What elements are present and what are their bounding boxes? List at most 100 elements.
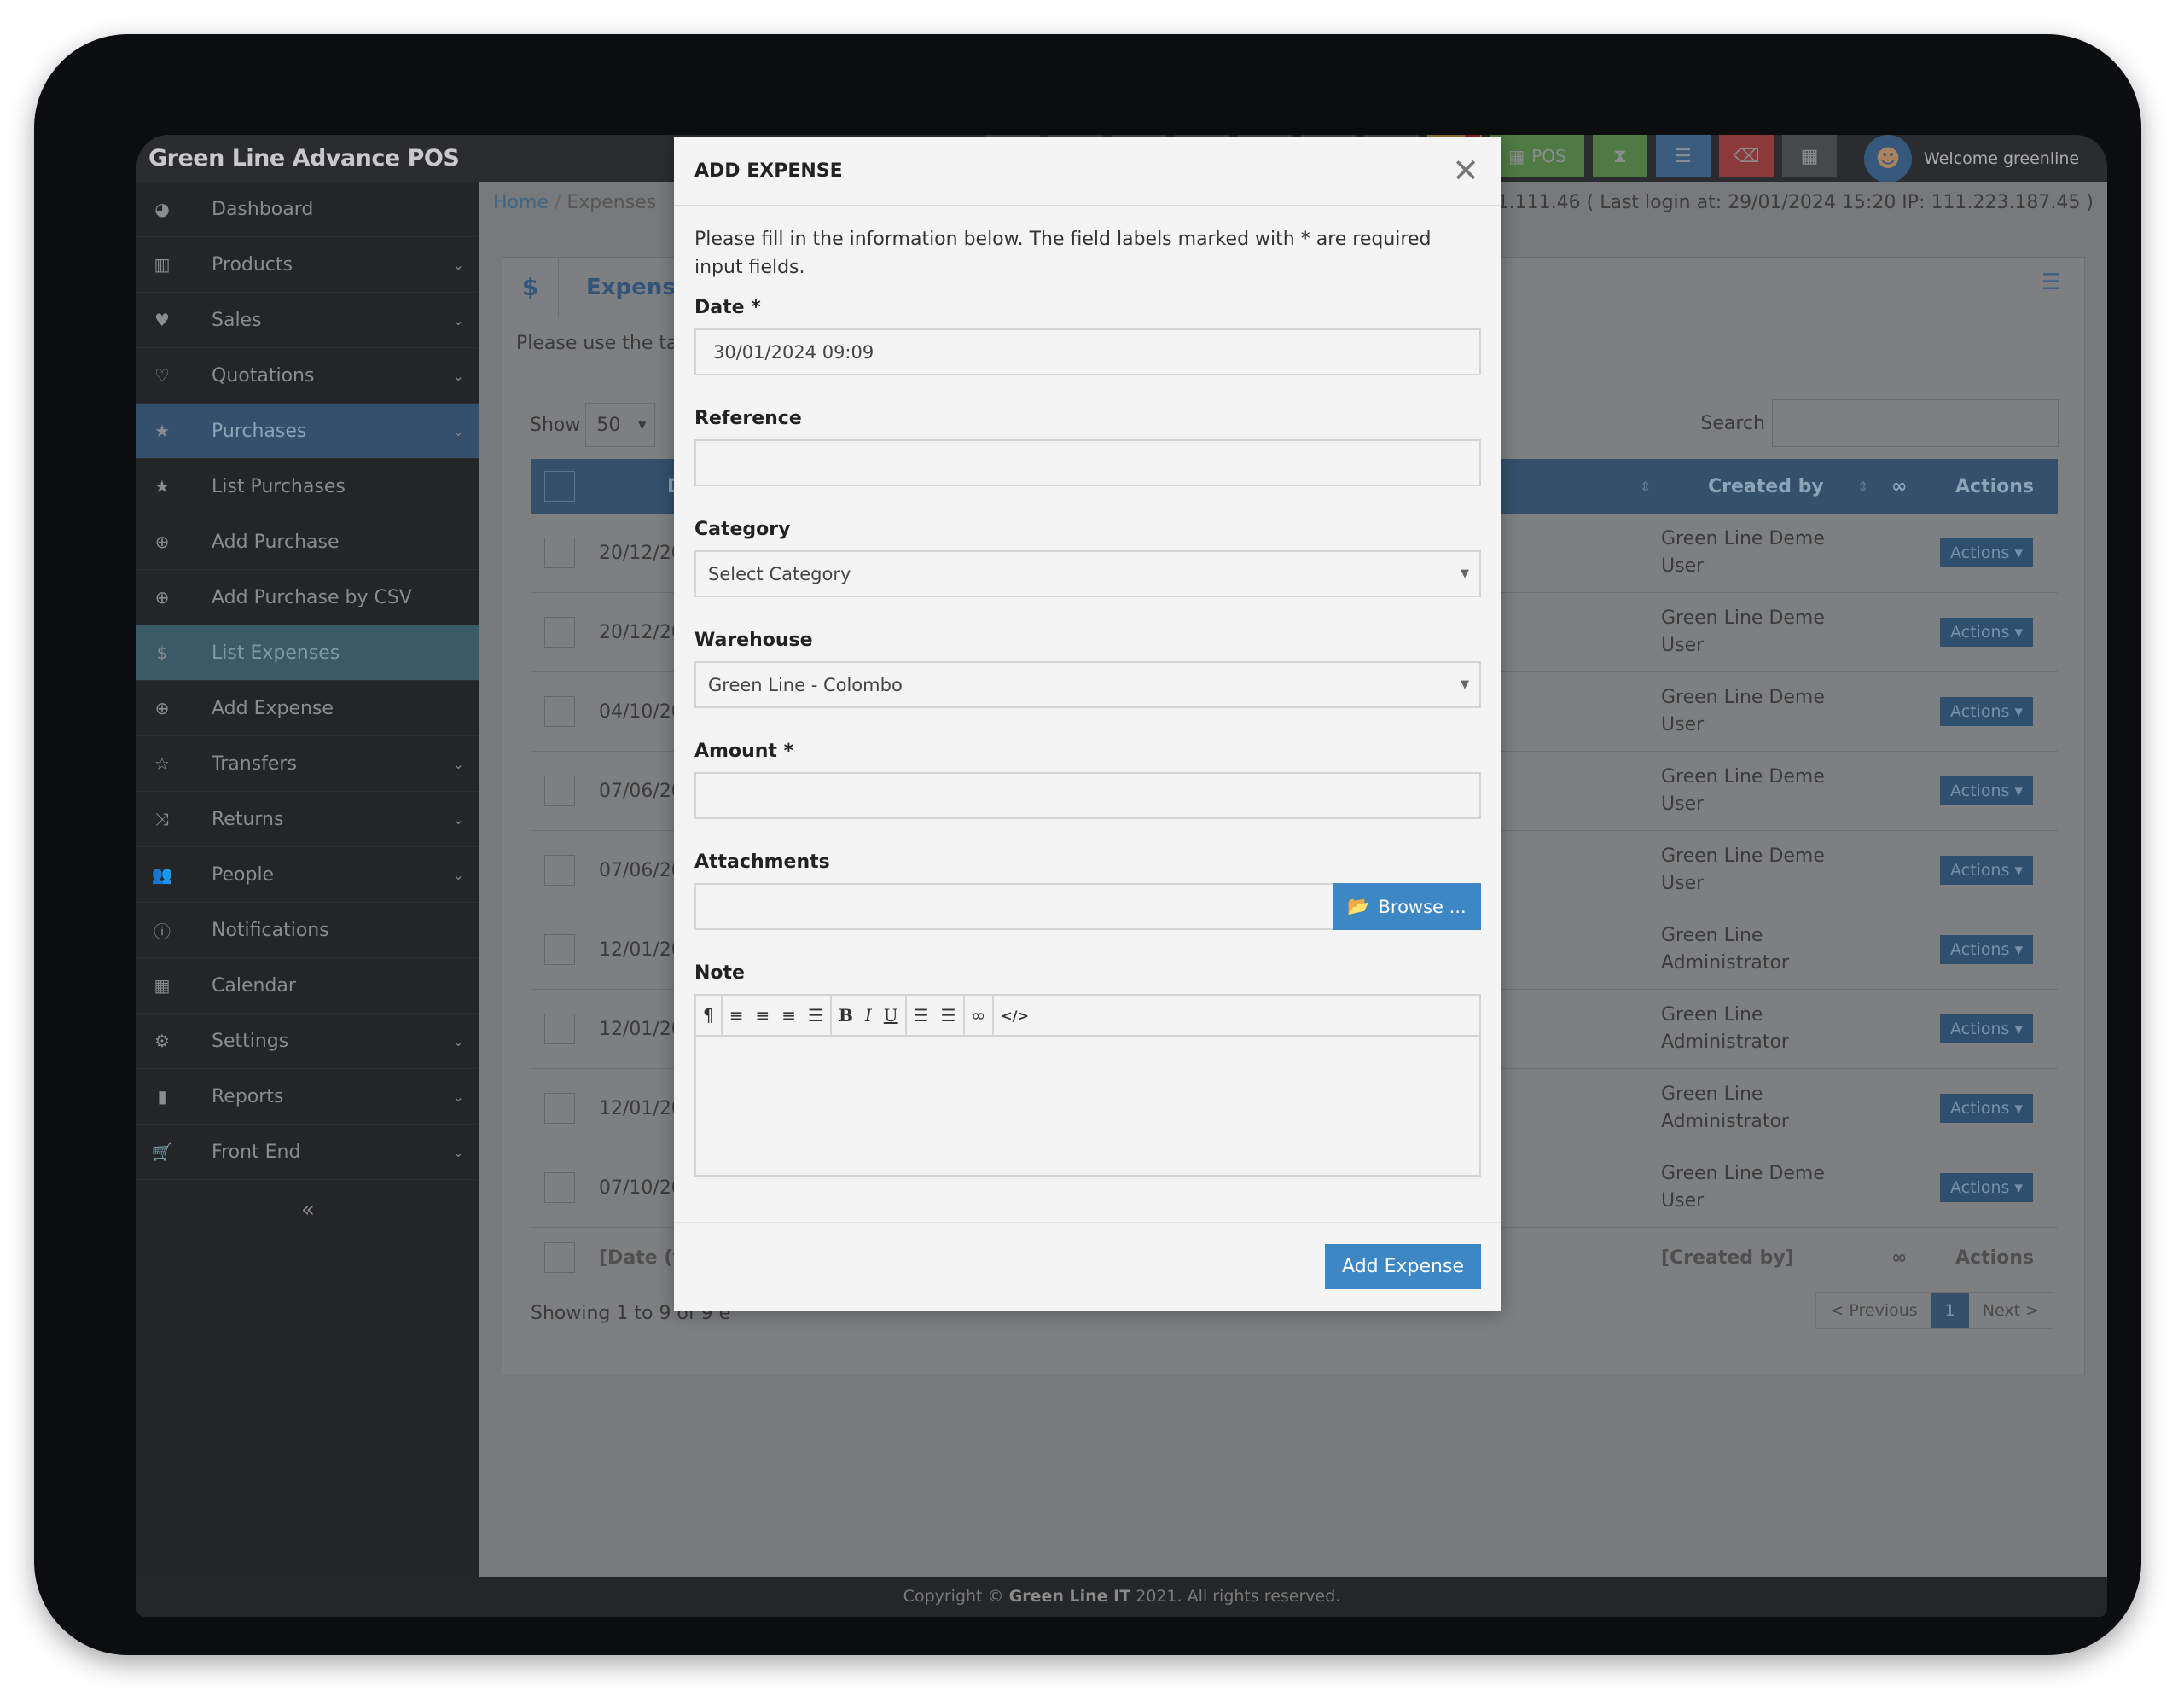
- row-actions-button[interactable]: Actions ▾: [1940, 1014, 2033, 1043]
- modal-footer: Add Expense: [674, 1222, 1502, 1311]
- align-justify-icon[interactable]: ☰: [808, 1005, 823, 1026]
- select-all-checkbox[interactable]: [544, 471, 575, 502]
- search-input[interactable]: [1772, 399, 2059, 447]
- pending-button[interactable]: ⧗: [1593, 135, 1647, 177]
- previous-page-button[interactable]: < Previous: [1816, 1293, 1931, 1328]
- row-checkbox[interactable]: [544, 538, 575, 568]
- sidebar-item-transfers[interactable]: ☆ Transfers ⌄: [136, 736, 479, 792]
- row-checkbox[interactable]: [544, 934, 575, 965]
- sidebar-item-front-end[interactable]: 🛒 Front End ⌄: [136, 1125, 479, 1180]
- row-actions-button[interactable]: Actions ▾: [1940, 1094, 2033, 1123]
- sidebar-item-products[interactable]: ▥ Products ⌄: [136, 237, 479, 293]
- row-actions-button[interactable]: Actions ▾: [1940, 697, 2033, 726]
- sidebar-icon: ⓘ: [154, 921, 171, 942]
- sidebar-item-quotations[interactable]: ♡ Quotations ⌄: [136, 348, 479, 404]
- list-button[interactable]: ☰: [1656, 135, 1711, 177]
- sidebar-item-add-purchase-by-csv[interactable]: ⊕ Add Purchase by CSV: [136, 570, 479, 625]
- row-actions-button[interactable]: Actions ▾: [1940, 935, 2033, 964]
- cell-created-by: Green Line Deme User: [1661, 766, 1825, 815]
- sidebar-item-label: Reports: [212, 1085, 284, 1107]
- row-actions-button[interactable]: Actions ▾: [1940, 618, 2033, 647]
- grid-icon: ▦: [1508, 146, 1525, 166]
- copyright-suffix: 2021. All rights reserved.: [1130, 1587, 1341, 1606]
- sidebar-item-label: Returns: [212, 808, 284, 830]
- page-1-button[interactable]: 1: [1931, 1293, 1969, 1328]
- sidebar-item-people[interactable]: 👥 People ⌄: [136, 847, 479, 903]
- link-icon[interactable]: ∞: [972, 1005, 986, 1026]
- reference-input[interactable]: [694, 439, 1481, 486]
- row-actions-button[interactable]: Actions ▾: [1940, 538, 2033, 567]
- browse-button[interactable]: 📂 Browse ...: [1333, 883, 1481, 930]
- align-center-icon[interactable]: ≡: [756, 1005, 770, 1026]
- sidebar-item-reports[interactable]: ▮ Reports ⌄: [136, 1069, 479, 1125]
- sort-icon[interactable]: ⇕: [1640, 479, 1651, 495]
- collapse-sidebar-button[interactable]: «: [136, 1197, 479, 1223]
- sidebar-icon: ⤨: [155, 809, 169, 829]
- underline-icon[interactable]: U: [884, 1005, 898, 1026]
- sidebar-item-purchases[interactable]: ★ Purchases ⌄: [136, 404, 479, 459]
- warehouse-select[interactable]: Green Line - Colombo ▼: [694, 661, 1481, 708]
- bold-icon[interactable]: B: [839, 1005, 853, 1026]
- align-left-icon[interactable]: ≡: [729, 1005, 744, 1026]
- sidebar-icon: ▥: [154, 254, 171, 275]
- row-checkbox[interactable]: [544, 1014, 575, 1044]
- user-menu[interactable]: ☻ Welcome greenline: [1864, 135, 2079, 183]
- row-actions-button[interactable]: Actions ▾: [1940, 1173, 2033, 1202]
- sort-icon[interactable]: ⇕: [1857, 479, 1868, 495]
- row-checkbox[interactable]: [544, 1093, 575, 1124]
- column-created-by[interactable]: Created by: [1708, 476, 1824, 497]
- sidebar-item-label: Dashboard: [212, 198, 314, 220]
- sidebar-item-returns[interactable]: ⤨ Returns ⌄: [136, 792, 479, 847]
- attachment-filename[interactable]: [694, 883, 1333, 930]
- modal-body: Please fill in the information below. Th…: [674, 206, 1502, 1177]
- italic-icon[interactable]: I: [865, 1005, 872, 1026]
- eraser-icon: ⌫: [1733, 145, 1760, 167]
- sidebar-item-sales[interactable]: ♥ Sales ⌄: [136, 293, 479, 348]
- row-checkbox[interactable]: [544, 696, 575, 727]
- bullet-list-icon[interactable]: ☰: [914, 1005, 929, 1026]
- sidebar-item-label: Transfers: [212, 753, 297, 775]
- footer-checkbox[interactable]: [544, 1242, 575, 1273]
- breadcrumb-home[interactable]: Home: [493, 192, 549, 213]
- note-textarea[interactable]: [696, 1037, 1479, 1175]
- numbered-list-icon[interactable]: ☰: [941, 1005, 956, 1026]
- pos-button[interactable]: ▦ POS: [1490, 135, 1584, 177]
- close-icon[interactable]: ✕: [1452, 152, 1479, 189]
- amount-input[interactable]: [694, 772, 1481, 819]
- category-select[interactable]: Select Category ▼: [694, 550, 1481, 597]
- paragraph-format-icon[interactable]: ¶: [703, 1005, 714, 1026]
- row-checkbox[interactable]: [544, 776, 575, 806]
- chevron-down-icon: ⌄: [452, 755, 464, 772]
- sidebar-icon: ⊕: [154, 532, 170, 552]
- row-actions-button[interactable]: Actions ▾: [1940, 776, 2033, 805]
- row-checkbox[interactable]: [544, 1172, 575, 1203]
- date-input[interactable]: 30/01/2024 09:09: [694, 328, 1481, 375]
- align-right-icon[interactable]: ≡: [781, 1005, 796, 1026]
- page-footer: Copyright © Green Line IT 2021. All righ…: [136, 1577, 2107, 1617]
- row-checkbox[interactable]: [544, 855, 575, 886]
- show-label: Show: [530, 414, 581, 436]
- category-value: Select Category: [708, 563, 851, 584]
- sidebar-item-add-purchase[interactable]: ⊕ Add Purchase: [136, 514, 479, 570]
- clear-button[interactable]: ⌫: [1719, 135, 1774, 177]
- sidebar-item-calendar[interactable]: ▦ Calendar: [136, 958, 479, 1014]
- chevron-down-icon: ▼: [1461, 567, 1469, 580]
- sidebar-item-notifications[interactable]: ⓘ Notifications: [136, 903, 479, 958]
- row-checkbox[interactable]: [544, 617, 575, 648]
- sidebar-item-list-purchases[interactable]: ★ List Purchases: [136, 459, 479, 514]
- apps-button[interactable]: ▦: [1782, 135, 1837, 177]
- sidebar-item-list-expenses[interactable]: $ List Expenses: [136, 625, 479, 681]
- footer-created-by-filter[interactable]: [Created by]: [1661, 1247, 1794, 1269]
- add-expense-button[interactable]: Add Expense: [1325, 1244, 1481, 1289]
- sidebar-item-dashboard[interactable]: ◕ Dashboard: [136, 182, 479, 237]
- page-length-select[interactable]: 50 ▼: [585, 403, 656, 447]
- amount-label: Amount *: [694, 741, 794, 762]
- sidebar-item-settings[interactable]: ⚙ Settings ⌄: [136, 1014, 479, 1069]
- next-page-button[interactable]: Next >: [1969, 1293, 2053, 1328]
- sidebar-item-add-expense[interactable]: ⊕ Add Expense: [136, 681, 479, 736]
- cell-created-by: Green Line Administrator: [1661, 1004, 1789, 1053]
- row-actions-button[interactable]: Actions ▾: [1940, 856, 2033, 885]
- panel-menu-icon[interactable]: ☰: [2042, 270, 2072, 304]
- code-view-icon[interactable]: </>: [1001, 1008, 1029, 1024]
- breadcrumb: Home / Expenses: [493, 192, 657, 213]
